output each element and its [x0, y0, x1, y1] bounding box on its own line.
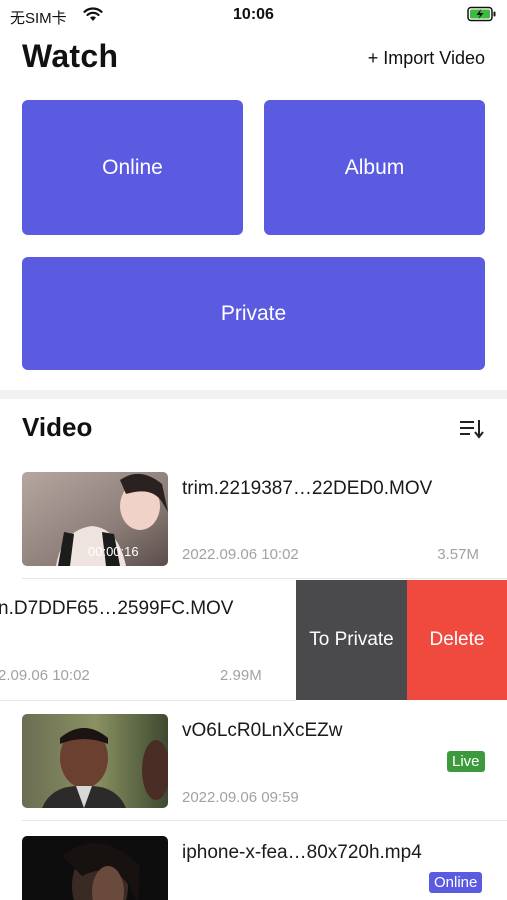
- clock: 10:06: [233, 6, 274, 23]
- import-video-button[interactable]: + Import Video: [368, 48, 485, 69]
- online-label: Online: [102, 155, 163, 179]
- battery-charging-icon: [467, 6, 496, 22]
- private-button[interactable]: Private: [22, 257, 485, 370]
- video-size: 2.99M: [220, 667, 262, 684]
- page-title: Watch: [22, 38, 119, 74]
- video-name: n.D7DDF65…2599FC.MOV: [0, 598, 234, 619]
- online-button[interactable]: Online: [22, 100, 243, 235]
- list-item[interactable]: vO6LcR0LnXcEZw Live 2022.09.06 09:59: [0, 700, 507, 821]
- section-divider: [0, 390, 507, 399]
- status-bar: 无SIM卡 10:06: [0, 0, 507, 32]
- list-item[interactable]: 00:00:16 trim.2219387…22DED0.MOV 2022.09…: [0, 458, 507, 579]
- video-thumbnail: [22, 836, 168, 900]
- list-item[interactable]: iphone-x-fea…80x720h.mp4 Online: [0, 822, 507, 900]
- video-thumbnail: 00:00:16: [22, 472, 168, 566]
- to-private-button[interactable]: To Private: [296, 580, 407, 700]
- album-button[interactable]: Album: [264, 100, 485, 235]
- video-name: trim.2219387…22DED0.MOV: [182, 478, 433, 499]
- delete-button[interactable]: Delete: [407, 580, 507, 700]
- video-duration: 00:00:16: [88, 544, 139, 559]
- video-date: 2.09.06 10:02: [0, 667, 90, 684]
- video-date: 2022.09.06 09:59: [182, 789, 299, 806]
- video-size: 3.57M: [437, 546, 479, 563]
- live-badge: Live: [447, 751, 485, 772]
- video-name: iphone-x-fea…80x720h.mp4: [182, 842, 422, 863]
- video-thumbnail: [22, 714, 168, 808]
- row-divider: [22, 820, 507, 821]
- video-name: vO6LcR0LnXcEZw: [182, 720, 343, 741]
- list-item-swiped[interactable]: n.D7DDF65…2599FC.MOV 2.09.06 10:02 2.99M…: [0, 580, 507, 701]
- video-date: 2022.09.06 10:02: [182, 546, 299, 563]
- sort-icon[interactable]: [458, 417, 484, 441]
- album-label: Album: [344, 155, 405, 179]
- private-label: Private: [220, 301, 287, 325]
- row-divider: [22, 578, 507, 579]
- video-section-title: Video: [22, 412, 93, 442]
- online-badge: Online: [429, 872, 483, 893]
